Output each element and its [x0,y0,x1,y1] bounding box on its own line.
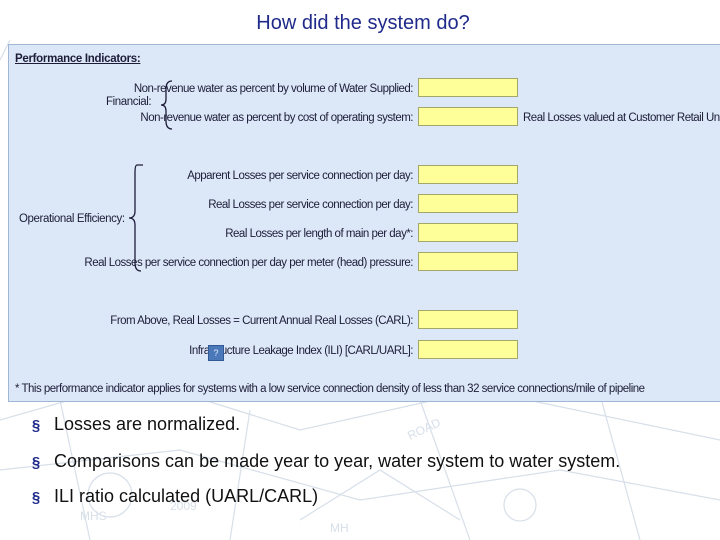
carl-field[interactable] [418,310,518,329]
bullet-text: Losses are normalized. [54,414,241,434]
ili-field[interactable] [418,340,518,359]
financial-group-label: Financial: [106,96,152,108]
apparent-losses-field[interactable] [418,165,518,184]
row-label-real-losses-connection: Real Losses per service connection per d… [208,199,413,211]
svg-text:MHS: MHS [80,509,107,523]
performance-indicators-panel: Performance Indicators: Financial: Opera… [8,44,720,402]
bullet-text: Comparisons can be made year to year, wa… [54,451,621,471]
svg-text:MH: MH [330,521,349,535]
real-losses-connection-field[interactable] [418,194,518,213]
row-label-nrw-volume: Non-revenue water as percent by volume o… [133,83,414,95]
real-losses-pressure-field[interactable] [418,252,518,271]
row-label-real-losses-main: Real Losses per length of main per day*: [225,228,413,240]
bullet-item: § Comparisons can be made year to year, w… [28,451,620,472]
bullet-icon: § [31,454,41,471]
row-label-real-losses-pressure: Real Losses per service connection per d… [84,257,413,269]
nrw-volume-field[interactable] [418,78,518,97]
bullet-item: § Losses are normalized. [28,414,240,435]
row-label-carl: From Above, Real Losses = Current Annual… [110,315,413,327]
bullet-icon: § [31,489,41,506]
row-label-nrw-cost: Non-revenue water as percent by cost of … [140,112,413,124]
help-button[interactable]: ? [208,345,224,361]
nrw-cost-field[interactable] [418,107,518,126]
bullet-text: ILI ratio calculated (UARL/CARL) [54,486,319,506]
row-label-apparent-losses: Apparent Losses per service connection p… [187,170,413,182]
panel-heading: Performance Indicators: [15,53,141,65]
real-losses-main-field[interactable] [418,223,518,242]
footnote: * This performance indicator applies for… [15,383,645,395]
bullet-item: § ILI ratio calculated (UARL/CARL) [28,486,318,507]
operational-group-label: Operational Efficiency: [19,213,125,225]
real-losses-valued-label: Real Losses valued at Customer Retail Un… [523,112,720,124]
slide-title: How did the system do? [256,12,470,34]
bullet-icon: § [31,417,41,434]
